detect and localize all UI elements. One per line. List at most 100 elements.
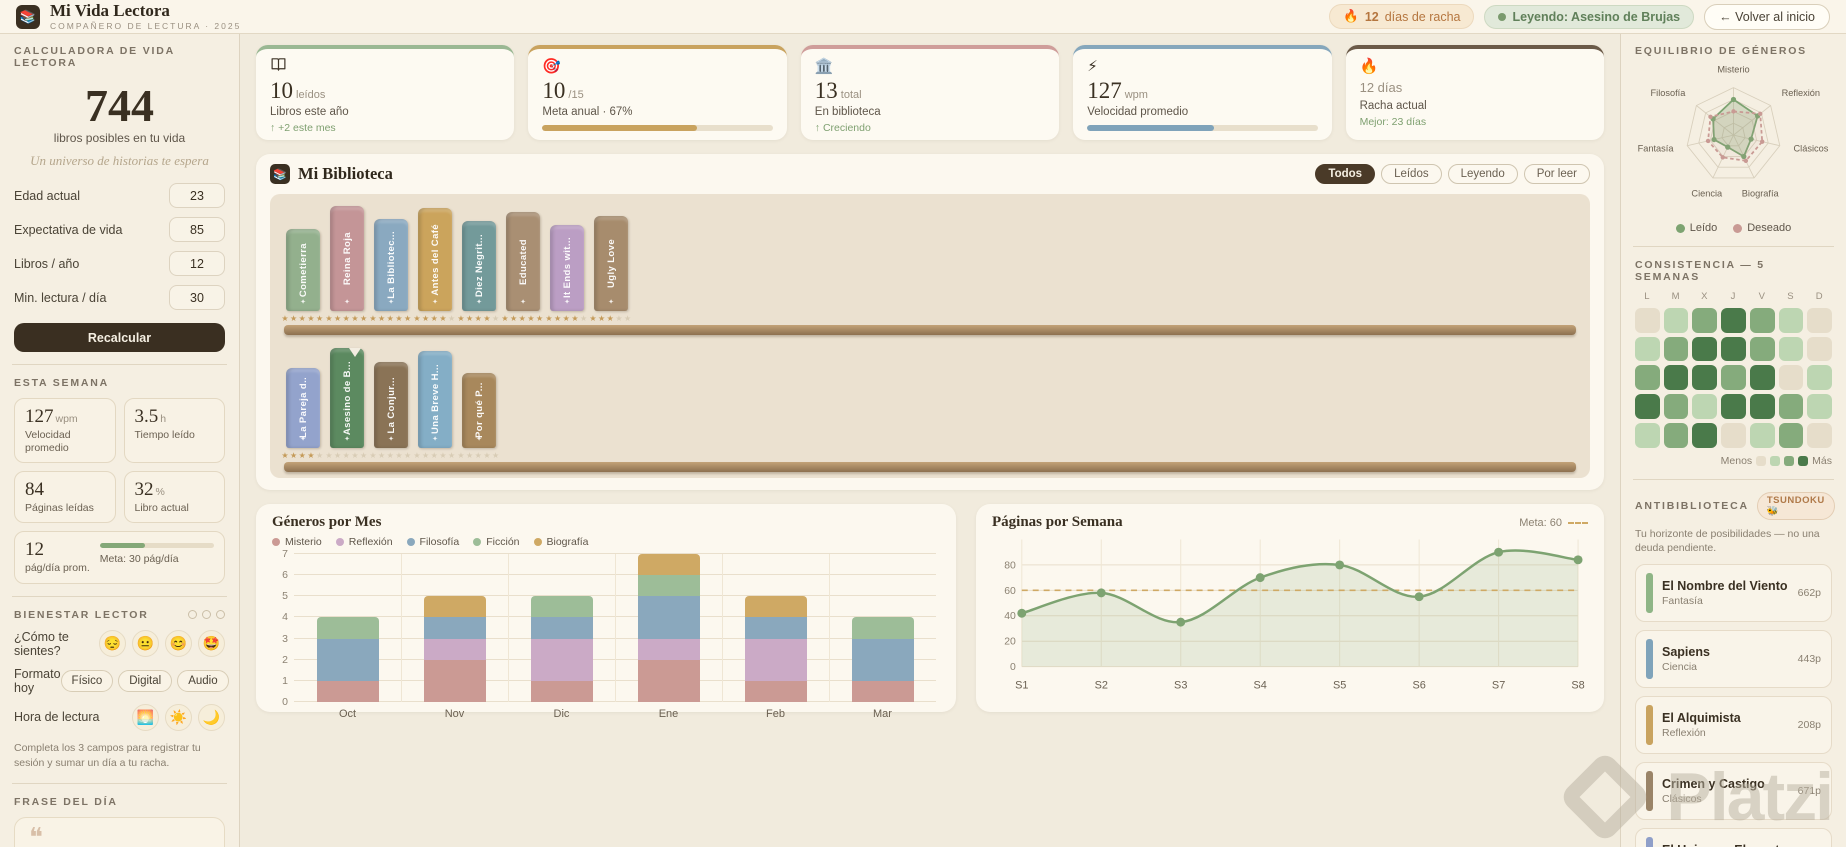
book-spine[interactable]: Una Breve H... ✦ [418,351,452,448]
book-glyph-icon: ✦ [564,299,570,306]
radar-legend-dot-icon [1675,223,1685,233]
stat-cards-row: 10 leídos Libros este año ↑ +2 este mes 🎯 10/… [256,45,1604,140]
time-button[interactable]: 🌙 [198,703,225,731]
tab-leyendo[interactable]: Leyendo [1447,164,1518,184]
calculator-field-row: Min. lectura / día [14,285,225,310]
calculator-field-row: Edad actual [14,183,225,208]
book-glyph-icon: ✦ [476,436,482,443]
bar-segment-reflexión [744,638,807,681]
antilibrary-book-pages: 443p [1797,652,1821,665]
mood-button[interactable]: 😊 [165,630,192,657]
book-spine[interactable]: Antes del Café ✦ [418,208,452,311]
heatmap-day-label: M [1671,291,1681,302]
calculator-field-input-3[interactable] [169,285,225,310]
bookshelf: Cometierra ✦ ★★★★★ Reina Roja ✦ ★★★★★ La Bibli… [270,194,1590,478]
book-column: Una Breve H... ✦ ★★★★★ [413,351,455,460]
svg-text:S7: S7 [1492,679,1505,691]
book-rating: ★★★★★ [589,314,633,323]
antilibrary-item[interactable]: El Nombre del Viento Fantasía 662p [1635,563,1832,622]
book-column: Cometierra ✦ ★★★★★ [281,229,323,323]
book-rating: ★★★★★ [369,314,413,323]
calculator-field-input-1[interactable] [169,217,225,242]
bar-segment-misterio [744,680,807,702]
stat-unit: leídos [296,89,326,101]
bar-segment-ficción [851,617,914,639]
antilibrary-book-title: Sapiens [1662,644,1710,659]
antilibrary-item[interactable]: El Alquimista Reflexión 208p [1635,695,1832,754]
heatmap-cell [1749,308,1775,333]
stat-card-3: ⚡ 127 wpm Velocidad promedio [1073,45,1332,140]
week-stats: 127 wpm Velocidad promedio 3.5 h Tiempo leído… [14,398,225,524]
antilibrary-item[interactable]: Crimen y Castigo Clásicos 671p [1635,761,1832,820]
book-spine[interactable]: It Ends wit... ✦ [550,225,584,311]
stat-progress-track [542,125,773,131]
legend-item-misterio: Misterio [272,536,322,548]
antilibrary-item[interactable]: El Universo EleganteCiencia448p [1635,827,1832,847]
back-button[interactable]: ← Volver al inicio [1704,3,1830,30]
time-button[interactable]: ☀️ [165,703,192,731]
time-button[interactable]: 🌅 [132,703,159,731]
fire-icon: 🔥 [1359,58,1379,75]
bar-segment-misterio [423,659,486,702]
heatmap-cell [1663,422,1689,448]
antilibrary-book-pages: 671p [1797,784,1821,797]
mood-button[interactable]: 😔 [99,630,126,657]
book-spine[interactable]: Asesino de B... ✦ [330,348,364,448]
app: 📚 Mi Vida Lectora COMPAÑERO DE LECTURA ·… [0,0,1846,847]
heatmap-cell [1663,394,1689,419]
format-button-audio[interactable]: Audio [177,669,229,692]
calculator-field-input-2[interactable] [169,251,225,276]
book-spine[interactable]: Cometierra ✦ [286,229,320,311]
format-button-digital[interactable]: Digital [118,669,173,692]
book-spine[interactable]: Ugly Love ✦ [594,216,628,311]
antilibrary-book-genre: Clásicos [1662,792,1702,805]
y-tick-label: 7 [282,548,288,560]
stat-foot: ↑ Creciendo [814,122,871,134]
book-glyph-icon: ✦ [300,436,306,443]
recalculate-button[interactable]: Recalcular [14,323,225,352]
stat-foot: Mejor: 23 días [1359,116,1427,128]
radar-legend-dot-icon [1733,223,1743,233]
tab-todos[interactable]: Todos [1315,164,1376,184]
heatmap-cell [1692,365,1718,391]
svg-text:S1: S1 [1015,679,1028,691]
book-spine[interactable]: Reina Roja ✦ [330,206,364,311]
tab-leídos[interactable]: Leídos [1381,164,1442,184]
book-column: It Ends wit... ✦ ★★★★★ [545,225,587,323]
tab-por-leer[interactable]: Por leer [1523,164,1590,184]
calculator-field-input-0[interactable] [169,183,225,208]
y-tick-label: 2 [282,653,288,666]
book-spine[interactable]: La Conjur... ✦ [374,362,408,448]
book-spine[interactable]: Por qué P... ✦ [462,373,496,448]
quote-mark-icon: ❝ [29,822,43,847]
antilibrary-heading: ANTIBIBLIOTECA [1635,499,1749,512]
week-stat-box: 3.5 h Tiempo leído [123,398,225,464]
heatmap-cell [1807,336,1833,362]
week-stat-value: 127 wpm [25,406,78,427]
heatmap-legend-swatch [1798,455,1809,466]
week-stat-label: Tiempo leído [134,429,195,441]
heatmap-legend-max: Más [1812,454,1832,467]
heatmap-cell [1721,308,1746,333]
book-rating: ★★★★★ [501,314,545,323]
antilibrary-subtitle: Tu horizonte de posibilidades — no una d… [1635,527,1820,555]
flame-icon: 🔥 [1343,9,1359,23]
consistency-heading: CONSISTENCIA — 5 SEMANAS [1635,259,1765,283]
week-stat-value: 3.5 h [134,406,167,427]
svg-text:Clásicos: Clásicos [1794,143,1829,153]
book-rating: ★★★★★ [457,451,501,460]
heatmap-cell [1635,308,1660,333]
calculator-field-label: Edad actual [14,188,81,203]
format-button-físico[interactable]: Físico [60,669,114,692]
stat-label: Racha actual [1359,100,1427,112]
book-spine[interactable]: La Bibliotec... ✦ [374,219,408,311]
antilibrary-book-title: Crimen y Castigo [1662,776,1765,791]
mood-button[interactable]: 🤩 [198,630,225,657]
wellness-note: Completa los 3 campos para registrar tu … [14,741,201,769]
book-spine[interactable]: Diez Negrit... ✦ [462,221,496,311]
mood-button[interactable]: 😐 [132,630,159,657]
wellness-status-dots [188,610,225,619]
book-spine[interactable]: La Pareja d... ✦ [286,368,320,448]
antilibrary-item[interactable]: Sapiens Ciencia 443p [1635,629,1832,688]
book-spine[interactable]: Educated ✦ [506,212,540,311]
